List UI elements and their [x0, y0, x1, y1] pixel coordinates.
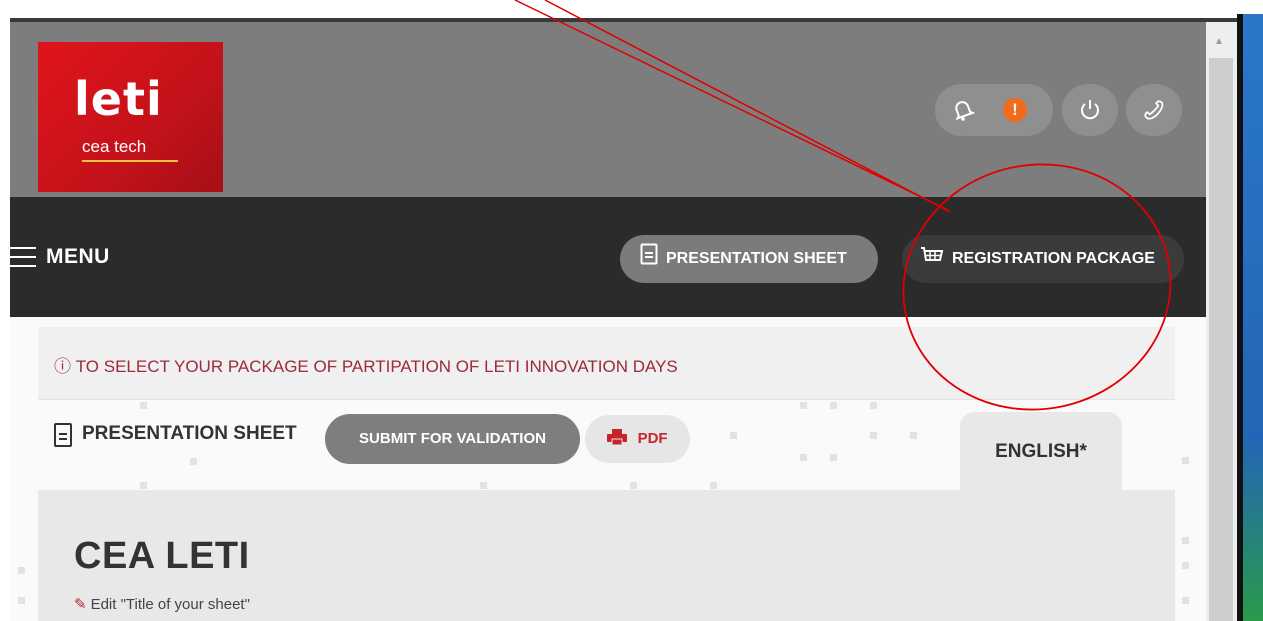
- scroll-up-icon[interactable]: ▲: [1214, 36, 1224, 47]
- bell-icon[interactable]: [951, 98, 975, 122]
- tab-english[interactable]: ENGLISH*: [960, 412, 1122, 492]
- menu-button[interactable]: MENU: [46, 245, 110, 269]
- app-viewport: leti cea tech ! MENU PRESENTATION SHEET …: [10, 22, 1206, 621]
- info-banner: ⓘ TO SELECT YOUR PACKAGE OF PARTIPATION …: [38, 327, 1175, 400]
- edit-title-link[interactable]: ✎ Edit "Title of your sheet": [74, 595, 250, 613]
- window-left-frame: [0, 22, 10, 621]
- sheet-content-card: CEA LETI ✎ Edit "Title of your sheet": [38, 490, 1175, 621]
- power-button[interactable]: [1062, 84, 1118, 136]
- main-navbar: MENU PRESENTATION SHEET REGISTRATION PAC…: [10, 197, 1206, 317]
- pdf-label: PDF: [637, 430, 668, 447]
- alert-icon[interactable]: !: [1003, 98, 1027, 122]
- edit-title-label: Edit "Title of your sheet": [90, 596, 250, 613]
- registration-package-button[interactable]: REGISTRATION PACKAGE: [902, 235, 1184, 283]
- presentation-sheet-label: PRESENTATION SHEET: [666, 250, 847, 267]
- info-icon: ⓘ: [54, 357, 76, 376]
- org-title: CEA LETI: [74, 535, 250, 577]
- logo-underline: [82, 160, 178, 162]
- submit-for-validation-button[interactable]: SUBMIT FOR VALIDATION: [325, 414, 580, 464]
- contact-button[interactable]: [1126, 84, 1182, 136]
- pdf-button[interactable]: PDF: [585, 415, 690, 463]
- document-icon: [640, 235, 658, 283]
- logo-wordmark: leti: [74, 72, 163, 126]
- info-message: ⓘ TO SELECT YOUR PACKAGE OF PARTIPATION …: [54, 357, 678, 376]
- leti-logo[interactable]: leti cea tech: [38, 42, 223, 192]
- presentation-sheet-button[interactable]: PRESENTATION SHEET: [620, 235, 878, 283]
- vertical-scrollbar[interactable]: ▲: [1206, 22, 1237, 621]
- logo-subtitle: cea tech: [82, 137, 147, 156]
- hamburger-icon[interactable]: [10, 247, 36, 274]
- desktop-background: [1243, 14, 1263, 621]
- edit-icon: ✎: [74, 596, 87, 613]
- notifications-pill[interactable]: !: [935, 84, 1053, 136]
- document-icon: [54, 423, 72, 447]
- header: leti cea tech !: [10, 22, 1206, 197]
- printer-icon: [607, 429, 637, 447]
- basket-icon: [920, 235, 944, 283]
- phone-icon: [1144, 100, 1164, 120]
- power-icon: [1081, 100, 1099, 120]
- registration-package-label: REGISTRATION PACKAGE: [952, 250, 1155, 267]
- scroll-thumb[interactable]: [1209, 58, 1233, 621]
- sheet-title: PRESENTATION SHEET: [82, 423, 297, 444]
